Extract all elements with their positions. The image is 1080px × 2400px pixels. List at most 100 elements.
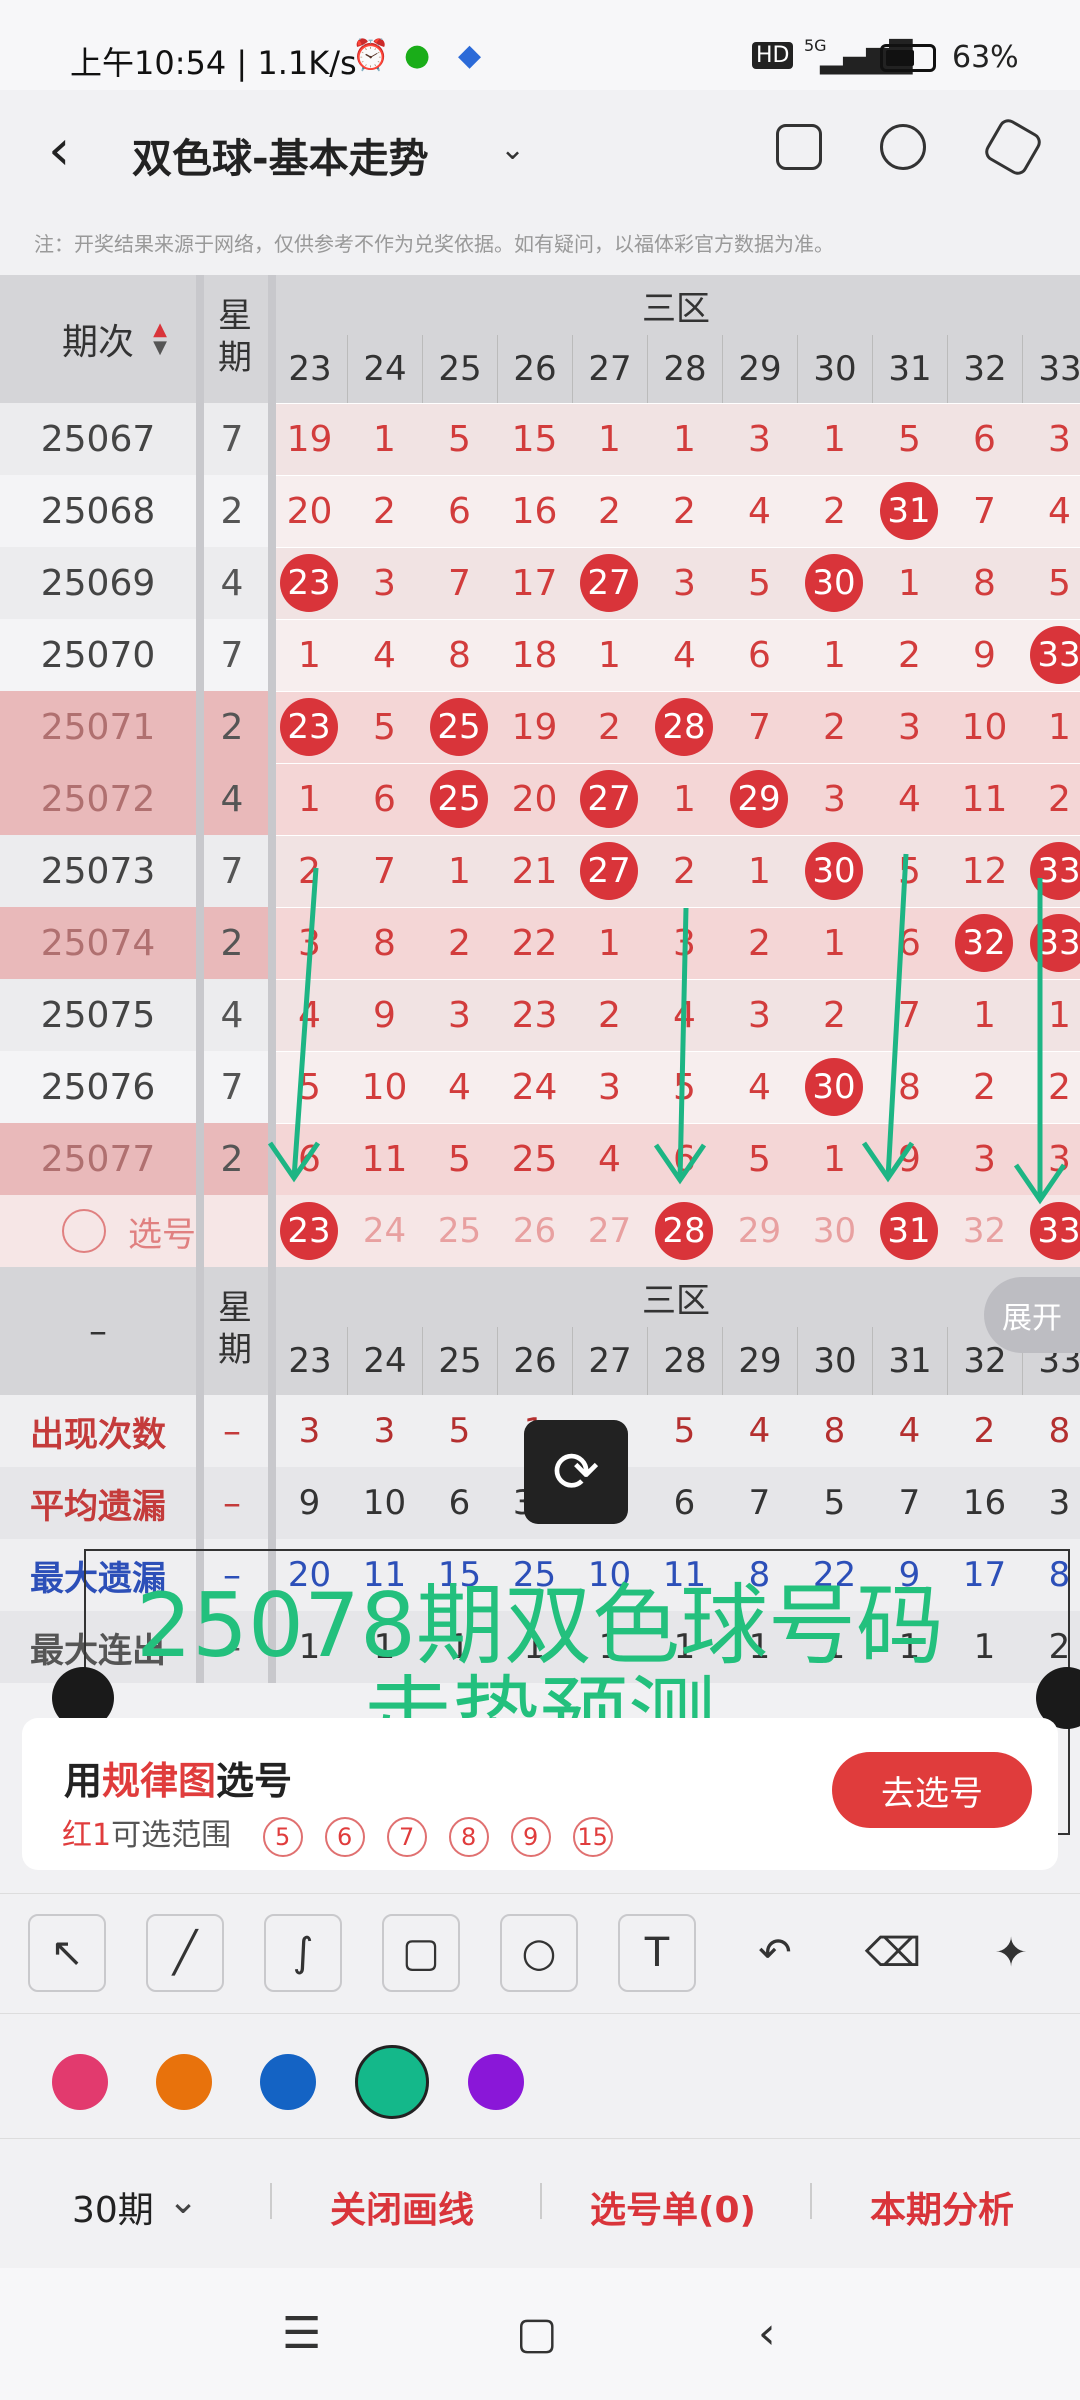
- bottom-bar: 30期 ⌄ 关闭画线 选号单(0) 本期分析: [0, 2138, 1080, 2268]
- week-header: 星期: [211, 297, 252, 381]
- selectable-number[interactable]: 30: [797, 1195, 872, 1267]
- select-radio[interactable]: [62, 1209, 106, 1253]
- miss-count-cell: 21: [511, 850, 558, 892]
- selectable-number[interactable]: 24: [347, 1195, 422, 1267]
- selectable-number[interactable]: 29: [722, 1195, 797, 1267]
- miss-count-cell: 2: [598, 490, 621, 532]
- back-nav-icon[interactable]: ‹: [758, 2308, 776, 2359]
- color-swatch[interactable]: [156, 2054, 212, 2110]
- stats-week: –: [223, 1482, 241, 1524]
- stats-col-header: 27: [572, 1327, 647, 1395]
- color-swatch[interactable]: [468, 2054, 524, 2110]
- eraser-icon[interactable]: ⌫: [854, 1914, 932, 1992]
- issue-cell: 25076: [40, 1066, 156, 1108]
- selectable-number[interactable]: 25: [422, 1195, 497, 1267]
- divider: [270, 2183, 272, 2219]
- back-icon[interactable]: ‹: [48, 118, 70, 183]
- miss-count-cell: 2: [298, 850, 321, 892]
- week-cell: 2: [220, 706, 244, 748]
- analysis-button[interactable]: 本期分析: [870, 2181, 1014, 2233]
- drawn-ball: 25: [430, 698, 488, 756]
- wechat-icon: ●: [404, 38, 431, 73]
- miss-count-cell: 2: [748, 922, 771, 964]
- promo-range: 红1可选范围 5 6 7 8 9 15: [62, 1810, 613, 1857]
- color-swatch[interactable]: [52, 2054, 108, 2110]
- refresh-button[interactable]: ⟳: [524, 1420, 628, 1524]
- home-icon[interactable]: ▢: [516, 2308, 558, 2359]
- pick-list-button[interactable]: 选号单(0): [590, 2181, 756, 2233]
- stats-value: 3: [1048, 1483, 1071, 1523]
- miss-count-cell: 5: [298, 1066, 321, 1108]
- miss-count-cell: 4: [748, 490, 771, 532]
- stats-col-header: 23: [272, 1327, 347, 1395]
- miss-count-cell: 20: [286, 490, 333, 532]
- drawn-ball: 29: [730, 770, 788, 828]
- miss-count-cell: 10: [961, 706, 1008, 748]
- stats-value: 7: [748, 1483, 771, 1523]
- miss-count-cell: 3: [898, 706, 921, 748]
- stats-value: 8: [1048, 1411, 1071, 1451]
- phone-icon[interactable]: [776, 124, 822, 170]
- divider: [810, 2183, 812, 2219]
- week-cell: 7: [220, 418, 244, 460]
- selected-ball[interactable]: 23: [280, 1202, 338, 1260]
- week-cell: 2: [220, 490, 244, 532]
- drawn-ball: 23: [280, 554, 338, 612]
- miss-count-cell: 3: [373, 562, 396, 604]
- miss-count-cell: 6: [673, 1138, 696, 1180]
- miss-count-cell: 3: [673, 562, 696, 604]
- stats-value: 5: [448, 1411, 471, 1451]
- miss-count-cell: 3: [598, 1066, 621, 1108]
- number-col-header: 29: [722, 335, 797, 403]
- miss-count-cell: 9: [898, 1138, 921, 1180]
- expand-button[interactable]: 展开: [984, 1277, 1080, 1353]
- overlay-line-1: 25078期双色球号码: [136, 1574, 944, 1677]
- drawing-toolbar: ↖ ╱ ∫ ▢ ○ T ↶ ⌫ ✦: [0, 1893, 1080, 2013]
- sort-arrows-icon[interactable]: ▲ ▼: [148, 311, 172, 367]
- miss-count-cell: 5: [448, 1138, 471, 1180]
- menu-icon[interactable]: ☰: [282, 2308, 321, 2359]
- stats-value: 7: [898, 1483, 921, 1523]
- miss-count-cell: 5: [898, 418, 921, 460]
- line-tool-icon[interactable]: ╱: [146, 1914, 224, 1992]
- circle-tool-icon[interactable]: ○: [500, 1914, 578, 1992]
- week-cell: 7: [220, 1066, 244, 1108]
- chevron-down-icon[interactable]: ⌄: [500, 132, 525, 167]
- stats-dash: –: [89, 1310, 107, 1352]
- miss-count-cell: 6: [298, 1138, 321, 1180]
- stats-value: 3: [298, 1411, 321, 1451]
- miss-count-cell: 1: [823, 1138, 846, 1180]
- clear-icon[interactable]: ✦: [972, 1914, 1050, 1992]
- page-title[interactable]: 双色球-基本走势: [132, 126, 429, 184]
- drawn-ball: 27: [580, 770, 638, 828]
- miss-count-cell: 5: [673, 1066, 696, 1108]
- close-draw-button[interactable]: 关闭画线: [330, 2181, 474, 2233]
- chevron-down-icon[interactable]: ⌄: [168, 2181, 198, 2222]
- freehand-tool-icon[interactable]: ∫: [264, 1914, 342, 1992]
- selected-ball[interactable]: 31: [880, 1202, 938, 1260]
- miss-count-cell: 1: [823, 922, 846, 964]
- selectable-number[interactable]: 26: [497, 1195, 572, 1267]
- period-select[interactable]: 30期: [72, 2181, 154, 2233]
- miss-count-cell: 2: [1048, 778, 1071, 820]
- battery-icon: [880, 44, 936, 72]
- share-icon[interactable]: [880, 124, 926, 170]
- color-swatch[interactable]: [260, 2054, 316, 2110]
- selectable-number[interactable]: 27: [572, 1195, 647, 1267]
- arrow-tool-icon[interactable]: ↖: [28, 1914, 106, 1992]
- miss-count-cell: 1: [598, 922, 621, 964]
- text-tool-icon[interactable]: T: [618, 1914, 696, 1992]
- undo-icon[interactable]: ↶: [736, 1914, 814, 1992]
- miss-count-cell: 1: [448, 850, 471, 892]
- miss-count-cell: 15: [511, 418, 558, 460]
- selectable-number[interactable]: 32: [947, 1195, 1022, 1267]
- selected-ball[interactable]: 28: [655, 1202, 713, 1260]
- settings-icon[interactable]: [981, 115, 1045, 179]
- divider: [540, 2183, 542, 2219]
- go-pick-button[interactable]: 去选号: [832, 1752, 1032, 1828]
- rectangle-tool-icon[interactable]: ▢: [382, 1914, 460, 1992]
- color-swatch[interactable]: [355, 2045, 429, 2119]
- selected-ball[interactable]: 33: [1030, 1202, 1080, 1260]
- miss-count-cell: 2: [823, 706, 846, 748]
- refresh-icon: ⟳: [552, 1439, 600, 1505]
